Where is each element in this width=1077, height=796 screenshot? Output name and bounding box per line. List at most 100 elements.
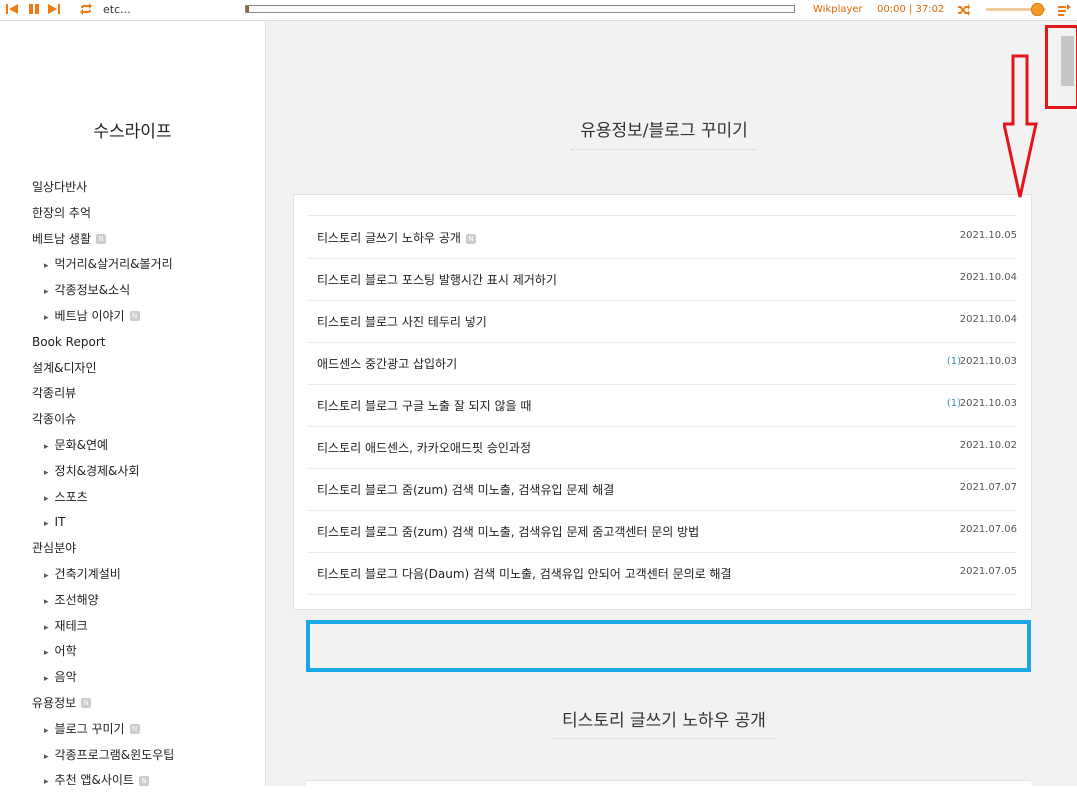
progress-bar[interactable] (245, 5, 795, 13)
title-divider (571, 149, 757, 150)
post-date: 2021.07.07 (959, 482, 1017, 493)
sidebar-item[interactable]: 각종이슈 (32, 407, 174, 433)
post-row-title[interactable]: 티스토리 블로그 구글 노출 잘 되지 않을 때 (317, 397, 531, 414)
post-date: 2021.07.06 (959, 524, 1017, 535)
post-row-title-text: 티스토리 블로그 줌(zum) 검색 미노출, 검색유입 문제 줌고객센터 문의… (317, 525, 700, 539)
sidebar-item[interactable]: 일상다반사 (32, 175, 174, 201)
sidebar-item[interactable]: 베트남 생활 N (32, 227, 174, 253)
sidebar-item-label: 각종이슈 (32, 412, 77, 427)
playlist-icon[interactable] (1057, 2, 1071, 16)
sidebar-item[interactable]: 문화&연예 (32, 433, 174, 459)
post-date: 2021.10.04 (959, 272, 1017, 283)
new-badge: N (465, 233, 476, 244)
post-row-title-text: 티스토리 글쓰기 노하우 공개 (317, 231, 461, 245)
track-title: etc... (103, 3, 131, 16)
main-content: 유용정보/블로그 꾸미기 티스토리 글쓰기 노하우 공개 N 2021.10.05 티… (266, 21, 1077, 791)
new-badge: N (81, 698, 92, 709)
post-date: 2021.10.03 (959, 356, 1017, 367)
player-time: 00:00 | 37:02 (877, 4, 945, 15)
sidebar-item[interactable]: 먹거리&살거리&볼거리 (32, 252, 174, 278)
post-row-title-text: 티스토리 블로그 포스팅 발행시간 표시 제거하기 (317, 273, 557, 287)
sidebar-item[interactable]: 베트남 이야기 N (32, 304, 174, 330)
next-track-icon[interactable] (47, 2, 61, 16)
category-list: 일상다반사한장의 추억베트남 생활N먹거리&살거리&볼거리각종정보&소식베트남 … (32, 175, 174, 794)
sidebar-item-label: 조선해양 (54, 592, 99, 607)
post-row-title-text: 티스토리 애드센스, 카카오애드핏 승인과정 (317, 441, 531, 455)
progress-fill (246, 6, 249, 12)
sidebar-item[interactable]: 추천 앱&사이트 N (32, 768, 174, 794)
sidebar-item-label: 각종리뷰 (32, 386, 77, 401)
sidebar-item-label: 음악 (54, 670, 77, 685)
sidebar-item[interactable]: 각종정보&소식 (32, 278, 174, 304)
post-row[interactable]: 애드센스 중간광고 삽입하기 (1) 2021.10.03 (308, 342, 1017, 385)
sidebar-item[interactable]: 설계&디자인 (32, 356, 174, 382)
sidebar-item-label: 각종프로그램&윈도우팁 (54, 747, 175, 762)
post-row[interactable]: 티스토리 블로그 다음(Daum) 검색 미노출, 검색유입 안되어 고객센터 … (308, 552, 1017, 595)
repeat-icon[interactable] (79, 2, 93, 16)
new-badge: N (138, 775, 149, 786)
sidebar-item-label: 추천 앱&사이트 (54, 773, 134, 788)
sidebar-item-label: 스포츠 (54, 489, 88, 504)
post-row-title-text: 애드센스 중간광고 삽입하기 (317, 357, 458, 371)
volume-slider[interactable] (986, 3, 1046, 16)
post-row-title[interactable]: 티스토리 블로그 줌(zum) 검색 미노출, 검색유입 문제 해결 (317, 481, 614, 498)
sidebar-item[interactable]: 정치&경제&사회 (32, 459, 174, 485)
sidebar-item[interactable]: 관심분야 (32, 536, 174, 562)
post-title-divider (553, 738, 775, 739)
sidebar-item-label: IT (54, 515, 66, 530)
post-row-title-text: 티스토리 블로그 구글 노출 잘 되지 않을 때 (317, 399, 532, 413)
sidebar-item[interactable]: 한장의 추억 (32, 201, 174, 227)
sidebar-item[interactable]: 어학 (32, 639, 174, 665)
post-row[interactable]: 티스토리 글쓰기 노하우 공개 N 2021.10.05 (308, 216, 1017, 259)
post-row[interactable]: 티스토리 애드센스, 카카오애드핏 승인과정 2021.10.02 (308, 426, 1017, 469)
post-title: 티스토리 글쓰기 노하우 공개 (562, 711, 766, 731)
post-row[interactable]: 티스토리 블로그 줌(zum) 검색 미노출, 검색유입 문제 줌고객센터 문의… (308, 510, 1017, 553)
volume-knob[interactable] (1031, 3, 1044, 16)
previous-track-icon[interactable] (5, 2, 19, 16)
sidebar-item-label: 일상다반사 (32, 180, 88, 194)
scrollbar-highlight-box (1045, 25, 1077, 109)
post-row-title[interactable]: 티스토리 블로그 다음(Daum) 검색 미노출, 검색유입 안되어 고객센터 … (317, 565, 732, 582)
sidebar-item-label: 먹거리&살거리&볼거리 (54, 257, 173, 272)
sidebar-item-label: 어학 (54, 644, 77, 659)
sidebar-item-label: 재테크 (54, 618, 88, 633)
post-row-title-text: 티스토리 블로그 다음(Daum) 검색 미노출, 검색유입 안되어 고객센터 … (317, 567, 732, 581)
sidebar: 수스라이프 일상다반사한장의 추억베트남 생활 N 먹거리&살거리&볼거리각종정보&… (0, 21, 266, 787)
new-badge: N (96, 234, 107, 245)
sidebar-item[interactable]: 각종프로그램&윈도우팁 (32, 743, 175, 769)
sidebar-item[interactable]: 유용정보 N (32, 691, 174, 717)
post-row-title[interactable]: 티스토리 블로그 사진 테두리 넣기 (317, 313, 487, 330)
sidebar-item-label: 정치&경제&사회 (54, 463, 140, 478)
post-row-title[interactable]: 티스토리 애드센스, 카카오애드핏 승인과정 (317, 439, 531, 456)
post-row-title-text: 티스토리 블로그 줌(zum) 검색 미노출, 검색유입 문제 해결 (317, 483, 615, 497)
new-badge: N (129, 724, 140, 735)
pause-icon[interactable] (27, 2, 41, 16)
post-list: 티스토리 글쓰기 노하우 공개 N 2021.10.05 티스토리 블로그 포스팅 발… (293, 194, 1032, 610)
new-badge: N (129, 311, 140, 322)
post-row[interactable]: 티스토리 블로그 줌(zum) 검색 미노출, 검색유입 문제 해결 2021.0… (308, 468, 1017, 511)
post-row-title[interactable]: 티스토리 블로그 줌(zum) 검색 미노출, 검색유입 문제 줌고객센터 문의… (317, 523, 699, 540)
post-row[interactable]: 티스토리 블로그 포스팅 발행시간 표시 제거하기 2021.10.04 (308, 258, 1017, 301)
blog-title[interactable]: 수스라이프 (0, 117, 265, 142)
sidebar-item[interactable]: 각종리뷰 (32, 381, 174, 407)
post-row[interactable]: 티스토리 블로그 사진 테두리 넣기 2021.10.04 (308, 300, 1017, 343)
sidebar-item-label: 베트남 생활 (32, 231, 92, 246)
post-row-title[interactable]: 티스토리 글쓰기 노하우 공개 N (317, 229, 476, 246)
sidebar-item-label: 관심분야 (32, 541, 77, 556)
sidebar-item[interactable]: 음악 (32, 665, 174, 691)
sidebar-item-label: Book Report (32, 334, 106, 349)
post-row-title[interactable]: 애드센스 중간광고 삽입하기 (317, 355, 457, 372)
sidebar-item[interactable]: 조선해양 (32, 588, 174, 614)
sidebar-item-label: 설계&디자인 (32, 360, 97, 375)
sidebar-item[interactable]: IT (32, 510, 174, 536)
sidebar-item[interactable]: 블로그 꾸미기 N (32, 717, 174, 743)
ad-area-highlight (306, 620, 1031, 672)
sidebar-item[interactable]: 건축기계설비 (32, 562, 174, 588)
post-row[interactable]: 티스토리 블로그 구글 노출 잘 되지 않을 때 (1) 2021.10.03 (308, 384, 1017, 427)
shuffle-icon[interactable] (957, 2, 971, 16)
post-row-title[interactable]: 티스토리 블로그 포스팅 발행시간 표시 제거하기 (317, 271, 557, 288)
sidebar-item[interactable]: Book Report (32, 330, 174, 356)
sidebar-item[interactable]: 스포츠 (32, 485, 174, 511)
sidebar-item-label: 블로그 꾸미기 (54, 721, 125, 736)
sidebar-item[interactable]: 재테크 (32, 614, 174, 640)
